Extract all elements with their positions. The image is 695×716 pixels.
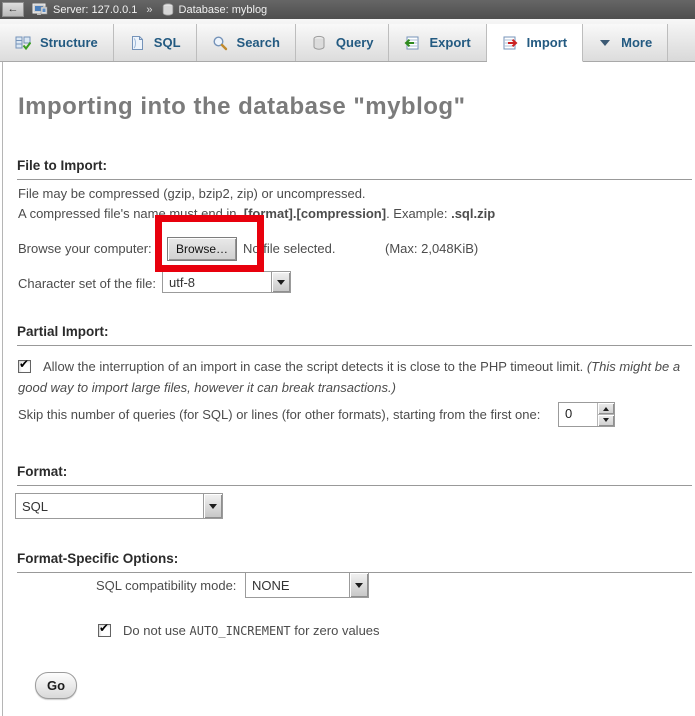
auto-increment-label-suffix: for zero values [291, 623, 380, 638]
compression-help-text: File may be compressed (gzip, bzip2, zip… [18, 184, 495, 224]
tab-label: More [621, 35, 652, 50]
back-button[interactable]: ← [2, 2, 24, 17]
dropdown-arrow-icon[interactable] [349, 573, 368, 597]
allow-interruption-label: Allow the interruption of an import in c… [43, 359, 587, 374]
go-button[interactable]: Go [35, 672, 77, 699]
chevron-down-icon [598, 38, 612, 48]
breadcrumb-server-link[interactable]: Server: 127.0.0.1 [53, 4, 137, 16]
auto-increment-code: AUTO_INCREMENT [190, 624, 291, 638]
skip-queries-label: Skip this number of queries (for SQL) or… [18, 407, 540, 422]
tab-query[interactable]: Query [296, 24, 390, 61]
spinner [597, 403, 614, 426]
tab-label: Export [429, 35, 470, 50]
help-line1: File may be compressed (gzip, bzip2, zip… [18, 186, 366, 201]
breadcrumb-database-link[interactable]: Database: myblog [179, 4, 268, 16]
tab-label: Search [237, 35, 280, 50]
tab-label: Structure [40, 35, 98, 50]
tab-bar: Structure SQL Search Query [0, 19, 695, 62]
help-format-pattern: .[format].[compression] [240, 206, 386, 221]
tab-label: Import [527, 35, 567, 50]
browse-button[interactable]: Browse… [167, 237, 237, 261]
partial-import-heading: Partial Import: [17, 324, 692, 346]
skip-queries-input[interactable]: 0 [558, 402, 615, 427]
export-icon [404, 35, 420, 51]
format-select[interactable]: SQL [15, 493, 223, 519]
sql-icon [129, 35, 145, 51]
spinner-up-icon[interactable] [598, 403, 614, 414]
tab-export[interactable]: Export [389, 24, 486, 61]
dropdown-arrow-icon[interactable] [271, 272, 290, 292]
page-title: Importing into the database "myblog" [18, 93, 465, 121]
auto-increment-label-prefix: Do not use [123, 623, 190, 638]
no-file-selected-text: No file selected. [243, 241, 336, 256]
spinner-down-icon[interactable] [598, 414, 614, 426]
format-select-value: SQL [16, 499, 203, 514]
format-specific-options-heading: Format-Specific Options: [17, 551, 692, 573]
help-example: .sql.zip [451, 206, 495, 221]
panel-left-border [2, 62, 3, 716]
server-icon [32, 3, 48, 16]
breadcrumb: Server: 127.0.0.1 » Database: myblog [32, 3, 267, 16]
charset-select-value: utf-8 [163, 275, 271, 290]
allow-interruption-checkbox[interactable]: ✔ [18, 360, 31, 373]
format-heading: Format: [17, 464, 692, 486]
tab-label: Query [336, 35, 374, 50]
search-icon [212, 35, 228, 51]
breadcrumb-bar: ← Server: 127.0.0.1 » Database: myblog [0, 0, 695, 19]
phpmyadmin-import-page: ← Server: 127.0.0.1 » Database: myblog [0, 0, 695, 716]
tab-label: SQL [154, 35, 181, 50]
check-icon: ✔ [99, 622, 109, 635]
file-to-import-heading: File to Import: [17, 158, 692, 180]
help-line2-prefix: A compressed file's name must end in [18, 206, 240, 221]
browse-label: Browse your computer: [18, 241, 152, 256]
query-icon [311, 35, 327, 51]
tab-sql[interactable]: SQL [114, 24, 197, 61]
import-icon [502, 35, 518, 51]
structure-icon [15, 35, 31, 51]
tab-more[interactable]: More [583, 24, 668, 61]
auto-increment-row: ✔ Do not use AUTO_INCREMENT for zero valu… [98, 623, 380, 638]
tab-search[interactable]: Search [197, 24, 296, 61]
sql-compatibility-label: SQL compatibility mode: [96, 578, 236, 593]
auto-increment-checkbox[interactable]: ✔ [98, 624, 111, 637]
charset-label: Character set of the file: [18, 276, 156, 291]
sql-compatibility-select[interactable]: NONE [245, 572, 369, 598]
check-icon: ✔ [19, 358, 29, 371]
skip-queries-value: 0 [559, 403, 597, 426]
charset-select[interactable]: utf-8 [162, 271, 291, 293]
tab-structure[interactable]: Structure [0, 24, 114, 61]
max-upload-size: (Max: 2,048KiB) [385, 241, 478, 256]
tab-import[interactable]: Import [487, 24, 583, 62]
allow-interruption-row: ✔ Allow the interruption of an import in … [18, 356, 683, 398]
database-icon [162, 3, 174, 16]
help-line2-mid: . Example: [386, 206, 451, 221]
dropdown-arrow-icon[interactable] [203, 494, 222, 518]
breadcrumb-separator: » [146, 4, 152, 16]
sql-compatibility-value: NONE [246, 578, 349, 593]
